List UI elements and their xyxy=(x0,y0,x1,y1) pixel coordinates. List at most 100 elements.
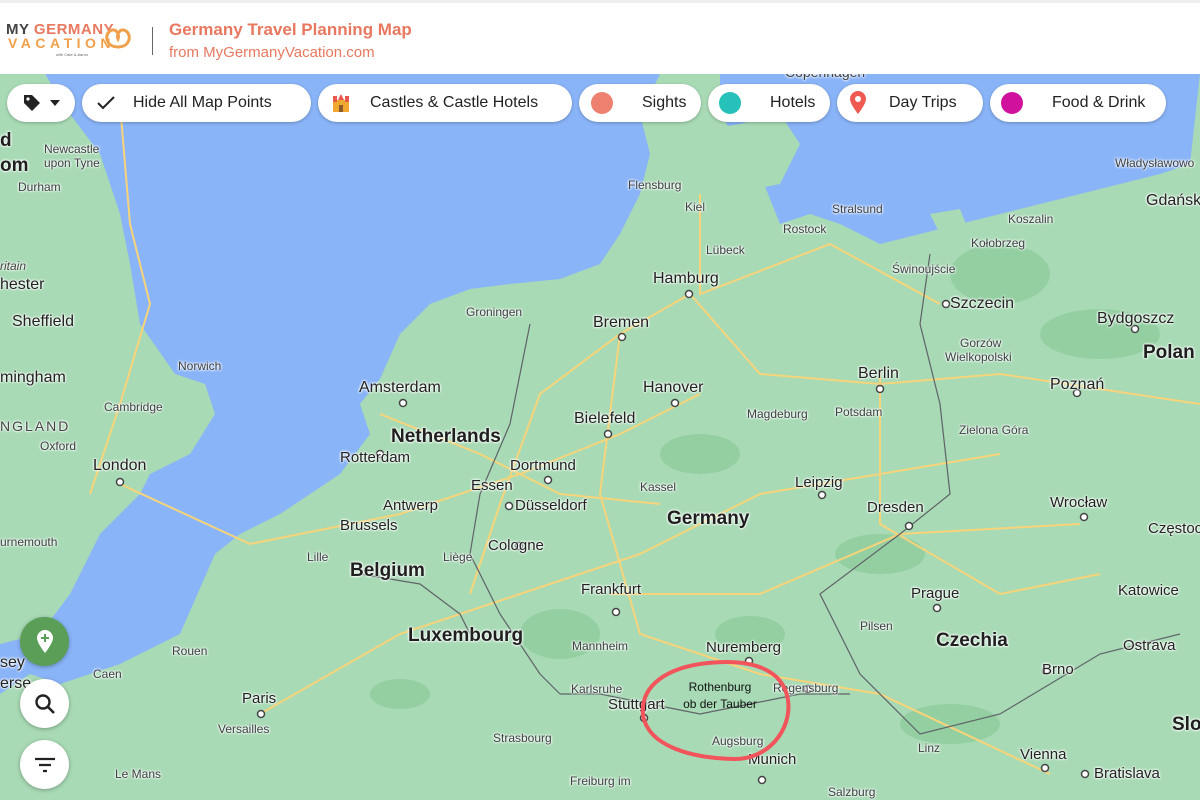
map-label-city: Gdańsk xyxy=(1146,192,1200,209)
map-label-city: Hamburg xyxy=(653,270,719,287)
map-label-city: London xyxy=(93,457,147,474)
map-label-city: Nuremberg xyxy=(706,639,782,656)
caret-down-icon xyxy=(50,100,60,106)
rothenburg-line2: ob der Tauber xyxy=(683,697,757,711)
map-label-city: Ostrava xyxy=(1123,637,1176,654)
tag-menu-button[interactable] xyxy=(7,84,75,122)
map-label-country: d xyxy=(0,130,12,151)
map-label-city: Freiburg im xyxy=(570,774,631,788)
map-label-city: Zielona Góra xyxy=(959,423,1029,437)
day-trips-chip[interactable]: Day Trips xyxy=(837,84,983,122)
map-label-country: Luxembourg xyxy=(408,625,524,646)
map-label-city: Kołobrzeg xyxy=(971,236,1026,250)
map-label-city: Prague xyxy=(911,585,960,602)
map-label-city: Koszalin xyxy=(1008,212,1054,226)
map-label-city: Stralsund xyxy=(832,202,883,216)
map-canvas[interactable]: Copenhagen Newcastle upon Tyne Durham d … xyxy=(0,74,1200,800)
map-label-country: Czechia xyxy=(936,630,1008,651)
map-pin-icon xyxy=(850,91,866,114)
site-logo[interactable]: MY GERMANY VACATION with Cate & Aaron xyxy=(6,21,136,57)
map-label-city: Düsseldorf xyxy=(515,497,587,514)
map-label-city: Amsterdam xyxy=(359,379,441,396)
map-label-region: NGLAND xyxy=(0,418,71,434)
map-label-city: Vienna xyxy=(1020,746,1067,763)
food-drink-dot-icon xyxy=(1001,92,1023,114)
map-label-city: Antwerp xyxy=(383,497,439,514)
logo-tagline: with Cate & Aaron xyxy=(56,52,89,57)
check-icon xyxy=(97,96,115,110)
map-label-region: ritain xyxy=(0,259,27,273)
hotels-chip[interactable]: Hotels xyxy=(708,84,830,122)
food-drink-chip[interactable]: Food & Drink xyxy=(990,84,1166,122)
search-icon xyxy=(34,693,55,714)
map-label-city: Lübeck xyxy=(706,243,745,257)
hotels-dot-icon xyxy=(719,92,741,114)
map-label-city: Norwich xyxy=(178,359,222,373)
map-label-city: Lille xyxy=(307,550,329,564)
map-label-city: Regensburg xyxy=(773,681,839,695)
map-label-city: mingham xyxy=(0,369,66,386)
map-label-city: Copenhagen xyxy=(785,74,865,80)
map-label-city: Bremen xyxy=(593,314,650,331)
map-label-city: Poznań xyxy=(1050,376,1105,393)
map-label-city: Rotterdam xyxy=(340,449,411,466)
map-label-city: Magdeburg xyxy=(747,407,808,421)
map-label-city: Frankfurt xyxy=(581,581,642,598)
map-label-city: Essen xyxy=(471,477,513,494)
pretzel-icon xyxy=(105,28,131,49)
chip-label: Castles & Castle Hotels xyxy=(370,94,539,111)
page-subtitle[interactable]: from MyGermanyVacation.com xyxy=(169,44,375,61)
header-divider xyxy=(152,27,153,55)
map-label-city: Władysławowo xyxy=(1115,156,1195,170)
search-button[interactable] xyxy=(20,679,69,728)
map-label-city: Cambridge xyxy=(104,400,163,414)
filter-button[interactable] xyxy=(20,740,69,789)
map-label-city: Potsdam xyxy=(835,405,883,419)
map-label-city: Dresden xyxy=(867,499,924,516)
tag-icon xyxy=(24,95,40,111)
map-label-city: Durham xyxy=(18,180,61,194)
map-label-city: Dortmund xyxy=(510,457,576,474)
map-label-city: Hanover xyxy=(643,379,704,396)
hide-all-points-chip[interactable]: Hide All Map Points xyxy=(82,84,311,122)
sights-chip[interactable]: Sights xyxy=(579,84,701,122)
page-title: Germany Travel Planning Map xyxy=(169,20,412,39)
map-label-city: upon Tyne xyxy=(44,156,100,170)
filter-chips: Hide All Map Points Castles & Castle Hot… xyxy=(0,84,1200,124)
map-label-city: Flensburg xyxy=(628,178,682,192)
map-label-city: Caen xyxy=(93,667,122,681)
map-label-city: Gorzów xyxy=(960,336,1002,350)
map-label-country: Germany xyxy=(667,508,750,529)
map-label-city: Stuttgart xyxy=(608,696,665,713)
map-label-city: Kassel xyxy=(640,480,677,494)
map-label-city: Paris xyxy=(242,690,277,707)
rothenburg-label: Rothenburg ob der Tauber xyxy=(672,679,768,713)
map-label-city: Augsburg xyxy=(712,734,764,748)
map-label-city: Versailles xyxy=(218,722,270,736)
map-label-city: Cologne xyxy=(488,537,544,554)
castles-chip[interactable]: Castles & Castle Hotels xyxy=(318,84,572,122)
add-place-button[interactable] xyxy=(20,617,69,666)
map-label-city: Liège xyxy=(443,550,473,564)
filter-icon xyxy=(34,757,55,772)
map-label-country: Belgium xyxy=(350,560,425,581)
map-label-city: urnemouth xyxy=(0,535,58,549)
map-label-city: Bratislava xyxy=(1094,765,1160,782)
map-label-city: Sheffield xyxy=(12,313,74,330)
map-label-country: Polan xyxy=(1143,342,1195,363)
map-label-city: Pilsen xyxy=(860,619,893,633)
map-label-city: Rostock xyxy=(783,222,827,236)
map-label-city: Bydgoszcz xyxy=(1097,310,1175,327)
map-label-city: Wrocław xyxy=(1050,494,1108,511)
map-label-city: Rouen xyxy=(172,644,208,658)
header-bar: MY GERMANY VACATION with Cate & Aaron Ge… xyxy=(0,0,1200,74)
add-location-icon xyxy=(36,629,53,653)
map-label-city: Salzburg xyxy=(828,785,876,799)
map-label-city: Częstochowa xyxy=(1148,520,1200,537)
chip-label: Hotels xyxy=(770,94,816,111)
map-label-country: om xyxy=(0,155,29,176)
map-label-city: Świnoujście xyxy=(892,262,956,276)
map-label-city: Kiel xyxy=(685,200,706,214)
map-label-city: Le Mans xyxy=(115,767,162,781)
map-label-city: Newcastle xyxy=(44,142,100,156)
